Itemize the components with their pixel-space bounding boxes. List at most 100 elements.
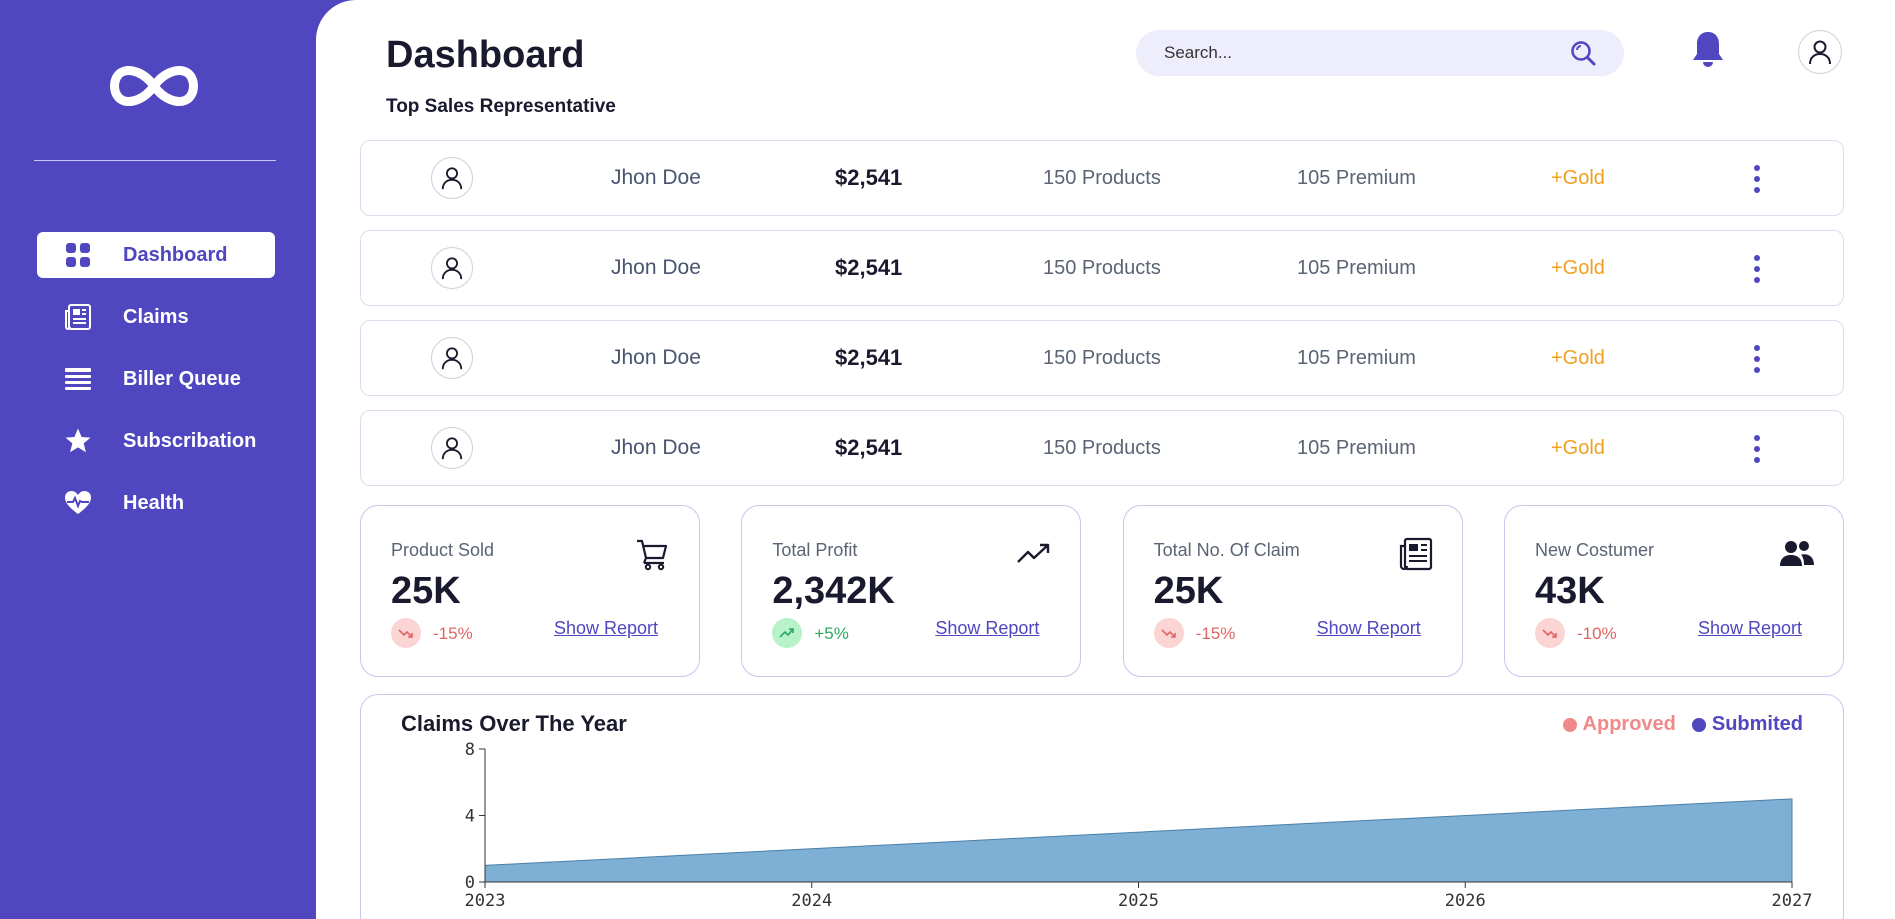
search-input[interactable] [1136,30,1556,76]
user-avatar[interactable] [1798,30,1842,74]
sidebar-item-label: Biller Queue [123,367,241,390]
y-tick-label: 0 [465,873,475,893]
heart-pulse-icon [63,488,93,518]
rep-premium: 105 Premium [1297,166,1416,189]
star-icon [63,426,93,456]
table-row: Jhon Doe $2,541 150 Products 105 Premium… [360,410,1844,486]
stat-label: New Costumer [1534,540,1655,560]
user-icon [441,347,463,370]
stat-card-total-profit: Total Profit 2,342K +5% Show Report [741,505,1082,677]
search-icon[interactable] [1570,40,1596,66]
stat-label: Total No. Of Claim [1153,540,1300,560]
sidebar-item-label: Health [123,491,185,514]
x-tick-label: 2024 [791,891,832,911]
stat-value: 25K [391,570,461,612]
sidebar: Dashboard Claims Biller Queue Subscribat… [0,0,320,919]
sidebar-item-biller-queue[interactable]: Biller Queue [37,356,275,402]
rep-name: Jhon Doe [611,166,701,189]
stat-cards: Product Sold 25K -15% Show Report Total … [360,505,1844,677]
show-report-link[interactable]: Show Report [1317,618,1421,639]
stat-value: 43K [1534,570,1605,612]
stat-card-product-sold: Product Sold 25K -15% Show Report [360,505,700,677]
stat-change: +5% [814,624,849,643]
rep-amount: $2,541 [835,435,903,460]
users-icon [1779,541,1814,566]
rep-premium: 105 Premium [1297,436,1416,459]
newspaper-icon [63,302,93,332]
sidebar-item-label: Subscribation [123,429,257,452]
rep-name: Jhon Doe [611,256,701,279]
show-report-link[interactable]: Show Report [1698,618,1802,639]
rep-avatar [431,157,473,199]
sidebar-nav: Dashboard Claims Biller Queue Subscribat… [37,232,275,542]
rep-tier-badge: +Gold [1551,166,1605,189]
trend-up-icon [772,618,803,648]
more-options-icon[interactable] [1751,165,1763,193]
rep-amount: $2,541 [835,345,903,370]
newspaper-icon [1399,537,1432,571]
rep-tier-badge: +Gold [1551,436,1605,459]
infinity-logo-icon [110,66,198,106]
show-report-link[interactable]: Show Report [935,618,1039,639]
sidebar-item-label: Dashboard [123,243,228,266]
rep-avatar [431,427,473,469]
main-panel: Dashboard Top Sales Representative Jhon … [316,0,1895,919]
show-report-link[interactable]: Show Report [554,618,658,639]
rep-avatar [431,247,473,289]
user-icon [441,167,463,190]
stat-label: Total Profit [772,540,858,560]
rep-products: 150 Products [1043,256,1161,279]
rep-name: Jhon Doe [611,346,701,369]
stat-card-total-claims: Total No. Of Claim 25K -15% Show Report [1122,505,1463,677]
stat-value: 25K [1153,570,1224,612]
sidebar-item-subscribation[interactable]: Subscribation [37,418,275,464]
section-title: Top Sales Representative [386,96,616,117]
sidebar-item-claims[interactable]: Claims [37,294,275,340]
rep-products: 150 Products [1043,436,1161,459]
x-tick-label: 2026 [1445,891,1486,911]
stat-label: Product Sold [391,540,495,560]
trend-down-icon [391,618,421,648]
stat-change: -15% [1195,624,1236,643]
claims-chart-card: Claims Over The Year Approved Submited 0… [360,694,1844,919]
sales-rep-list: Jhon Doe $2,541 150 Products 105 Premium… [360,140,1844,500]
stat-card-new-costumer: New Costumer 43K -10% Show Report [1503,505,1844,677]
more-options-icon[interactable] [1751,255,1763,283]
rep-name: Jhon Doe [611,436,701,459]
sidebar-item-label: Claims [123,305,189,328]
rep-products: 150 Products [1043,166,1161,189]
x-tick-label: 2023 [465,891,506,911]
grid-icon [63,240,93,270]
rep-tier-badge: +Gold [1551,256,1605,279]
notification-bell-icon[interactable] [1690,30,1726,70]
page-title: Dashboard [386,34,585,76]
table-row: Jhon Doe $2,541 150 Products 105 Premium… [360,140,1844,216]
rep-tier-badge: +Gold [1551,346,1605,369]
more-options-icon[interactable] [1751,435,1763,463]
rep-products: 150 Products [1043,346,1161,369]
table-row: Jhon Doe $2,541 150 Products 105 Premium… [360,320,1844,396]
x-tick-label: 2025 [1118,891,1159,911]
x-tick-label: 2027 [1772,891,1813,911]
trend-down-icon [1534,618,1565,648]
user-icon [441,437,463,460]
sidebar-item-dashboard[interactable]: Dashboard [37,232,275,278]
rep-amount: $2,541 [835,255,903,280]
search-bar [1136,30,1624,76]
stat-value: 2,342K [772,570,895,612]
sidebar-item-health[interactable]: Health [37,480,275,526]
cart-icon [637,539,668,571]
trend-down-icon [1153,618,1184,648]
y-tick-label: 8 [465,740,475,760]
rep-premium: 105 Premium [1297,256,1416,279]
table-row: Jhon Doe $2,541 150 Products 105 Premium… [360,230,1844,306]
user-icon [1809,40,1831,65]
more-options-icon[interactable] [1751,345,1763,373]
stat-change: -10% [1576,624,1617,643]
list-icon [63,364,93,394]
rep-avatar [431,337,473,379]
rep-amount: $2,541 [835,165,903,190]
sidebar-divider [34,160,276,161]
user-icon [441,257,463,280]
stat-change: -15% [433,624,473,643]
